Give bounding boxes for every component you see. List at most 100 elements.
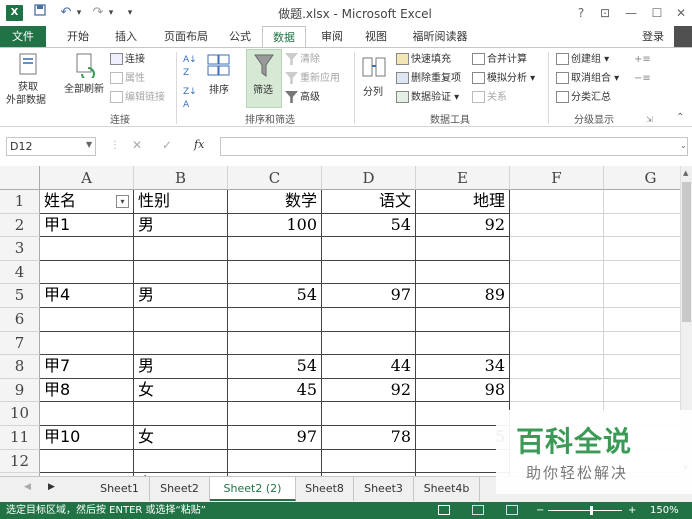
cell[interactable]	[322, 260, 416, 285]
customize-qat-icon[interactable]: ▾	[124, 4, 136, 22]
row-header[interactable]: 9	[0, 378, 40, 403]
undo-button[interactable]: ↶	[58, 4, 74, 22]
clear-filter-button[interactable]: 清除	[285, 53, 320, 66]
edit-links-button[interactable]: 编辑链接	[110, 91, 165, 104]
login-link[interactable]: 登录	[642, 26, 664, 47]
hide-detail-icon[interactable]: −≡	[634, 72, 651, 85]
cell[interactable]	[604, 190, 680, 214]
cell[interactable]	[40, 260, 134, 285]
tab-view[interactable]: 视图	[356, 26, 396, 47]
name-box-dropdown-icon[interactable]: ▼	[86, 140, 92, 149]
row-header[interactable]: 10	[0, 402, 40, 426]
column-header-d[interactable]: D	[322, 166, 416, 190]
cell[interactable]	[510, 260, 604, 285]
data-validation-button[interactable]: 数据验证 ▾	[396, 91, 459, 104]
tab-data[interactable]: 数据	[262, 26, 306, 48]
cell[interactable]	[604, 355, 680, 379]
cell[interactable]	[510, 213, 604, 238]
tab-formulas[interactable]: 公式	[222, 26, 258, 47]
page-layout-view-icon[interactable]	[472, 505, 484, 515]
redo-dropdown-icon[interactable]: ▾	[106, 4, 116, 22]
header-cell[interactable]: 地理	[416, 190, 510, 214]
row-header[interactable]: 1	[0, 190, 40, 214]
sort-button[interactable]: 排序	[203, 52, 241, 108]
cell[interactable]	[416, 308, 510, 332]
column-header-c[interactable]: C	[228, 166, 322, 190]
group-button[interactable]: 创建组 ▾	[556, 53, 609, 66]
cell[interactable]: 甲8	[40, 378, 134, 403]
connections-button[interactable]: 连接	[110, 53, 145, 66]
cell[interactable]	[510, 378, 604, 403]
sheet-tab[interactable]: Sheet2	[150, 477, 210, 501]
refresh-all-button[interactable]: 全部刷新	[62, 50, 108, 110]
relationships-button[interactable]: 关系	[472, 91, 507, 104]
properties-button[interactable]: 属性	[110, 72, 145, 85]
cell[interactable]: 女	[134, 426, 228, 450]
cell[interactable]	[322, 308, 416, 332]
collapse-ribbon-icon[interactable]: ⌃	[676, 111, 684, 124]
text-to-columns-button[interactable]: 分列	[360, 52, 390, 108]
scroll-up-icon[interactable]: ▲	[683, 169, 688, 177]
advanced-filter-button[interactable]: 高级	[285, 91, 320, 104]
cell[interactable]: 34	[416, 355, 510, 379]
what-if-button[interactable]: 模拟分析 ▾	[472, 72, 535, 85]
cell[interactable]: 97	[322, 284, 416, 308]
cell[interactable]	[510, 331, 604, 356]
sort-az-button[interactable]: A↓ Z	[183, 54, 197, 80]
cell[interactable]: 女	[134, 378, 228, 403]
cell[interactable]	[322, 402, 416, 426]
redo-button[interactable]: ↷	[90, 4, 106, 22]
cell[interactable]: 89	[416, 284, 510, 308]
cell[interactable]	[40, 331, 134, 356]
cell[interactable]	[510, 237, 604, 261]
sheet-tab[interactable]: Sheet8	[296, 477, 354, 501]
help-button[interactable]: ?	[570, 3, 592, 23]
zoom-slider[interactable]	[548, 510, 622, 511]
reapply-button[interactable]: 重新应用	[285, 72, 340, 85]
get-external-data-button[interactable]: 获取 外部数据	[4, 50, 54, 110]
cell[interactable]	[40, 402, 134, 426]
cell[interactable]	[40, 237, 134, 261]
cell[interactable]	[228, 237, 322, 261]
tab-home[interactable]: 开始	[58, 26, 98, 47]
cell[interactable]: 54	[228, 284, 322, 308]
cell[interactable]	[416, 331, 510, 356]
cell[interactable]: 甲10	[40, 426, 134, 450]
ribbon-display-button[interactable]: ⊡	[594, 3, 616, 23]
cell[interactable]	[228, 260, 322, 285]
cell[interactable]	[416, 237, 510, 261]
cell[interactable]: 92	[416, 213, 510, 238]
row-header[interactable]: 6	[0, 308, 40, 332]
cell[interactable]	[228, 308, 322, 332]
column-header-b[interactable]: B	[134, 166, 228, 190]
cell[interactable]	[40, 308, 134, 332]
cell[interactable]: 男	[134, 213, 228, 238]
cell[interactable]: 54	[228, 355, 322, 379]
sheet-tab[interactable]: Sheet4b	[414, 477, 480, 501]
cancel-entry-icon[interactable]: ✕	[132, 138, 142, 152]
filter-button[interactable]: 筛选	[246, 49, 282, 108]
expand-formula-icon[interactable]: ⌄	[680, 141, 687, 150]
cell[interactable]	[228, 449, 322, 474]
column-header-e[interactable]: E	[416, 166, 510, 190]
avatar[interactable]	[674, 26, 692, 47]
cell[interactable]	[134, 402, 228, 426]
zoom-in-button[interactable]: +	[628, 502, 636, 519]
zoom-out-button[interactable]: −	[536, 502, 544, 519]
cell[interactable]	[510, 308, 604, 332]
cell[interactable]	[322, 237, 416, 261]
cell[interactable]	[134, 308, 228, 332]
row-header[interactable]: 12	[0, 449, 40, 474]
dialog-launcher-icon[interactable]: ⇲	[646, 113, 653, 126]
cell[interactable]	[134, 237, 228, 261]
consolidate-button[interactable]: 合并计算	[472, 53, 527, 66]
maximize-button[interactable]: ☐	[646, 3, 668, 23]
row-header[interactable]: 5	[0, 284, 40, 308]
cell[interactable]	[604, 308, 680, 332]
confirm-entry-icon[interactable]: ✓	[162, 138, 172, 152]
undo-dropdown-icon[interactable]: ▾	[74, 4, 84, 22]
remove-duplicates-button[interactable]: 删除重复项	[396, 72, 461, 85]
header-cell[interactable]: 数学	[228, 190, 322, 214]
sheet-tab[interactable]: Sheet1	[90, 477, 150, 501]
cell[interactable]	[134, 331, 228, 356]
